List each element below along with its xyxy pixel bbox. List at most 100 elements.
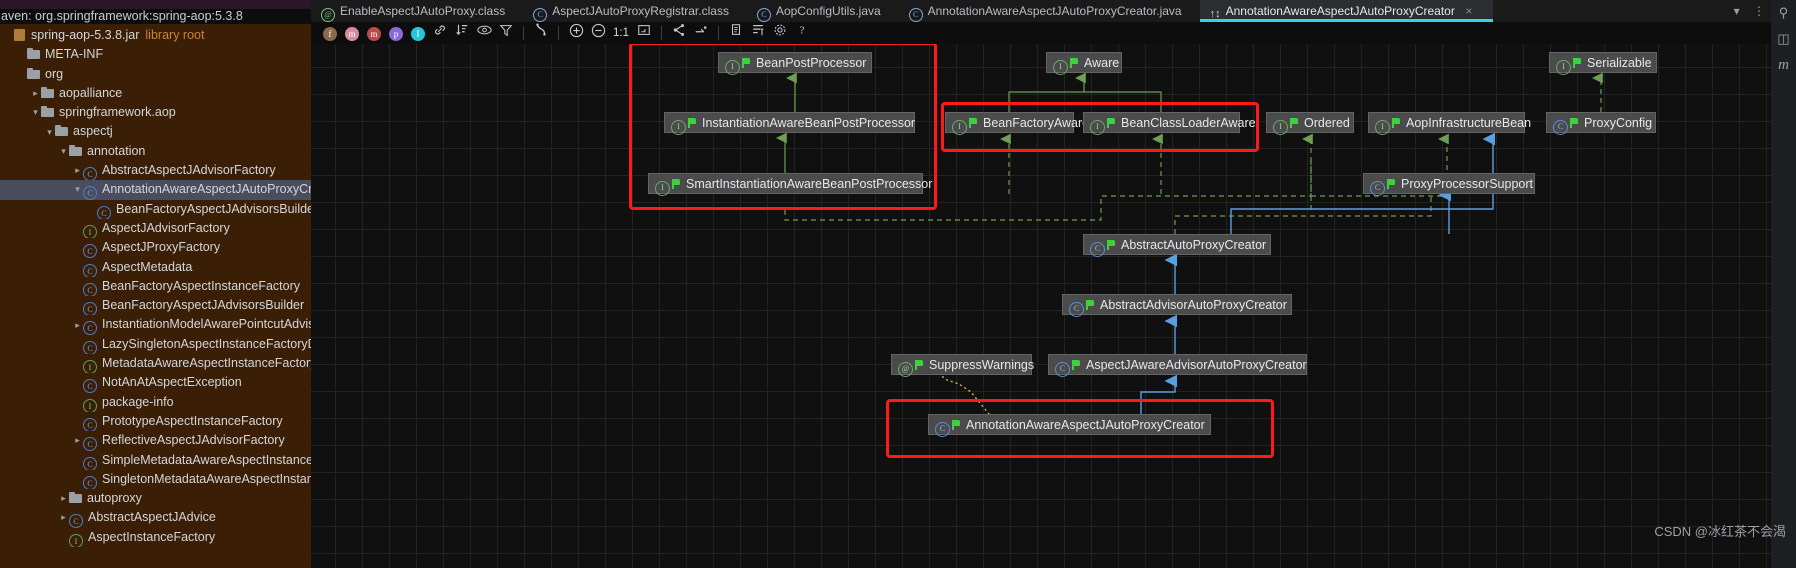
diagram-node[interactable]: AspectJAwareAdvisorAutoProxyCreator <box>1048 354 1307 377</box>
folder-icon <box>69 144 83 158</box>
diagram-node[interactable]: BeanClassLoaderAware <box>1083 112 1256 135</box>
chevron-down-icon[interactable]: ▾ <box>1734 0 1740 22</box>
member-filter-toggle[interactable]: m <box>364 23 384 43</box>
tree-row[interactable]: autoproxy <box>0 489 311 508</box>
tree-arrow-icon[interactable] <box>30 84 41 103</box>
tree-arrow-icon[interactable] <box>58 142 69 161</box>
class-icon <box>83 244 97 258</box>
dependencies-icon[interactable] <box>430 23 450 43</box>
tree-row[interactable]: PrototypeAspectInstanceFactory <box>0 412 311 432</box>
diagram-node[interactable]: SuppressWarnings <box>891 354 1035 377</box>
tree-row[interactable]: ReflectiveAspectJAdvisorFactory <box>0 431 311 451</box>
diagram-node[interactable]: BeanPostProcessor <box>718 52 872 75</box>
zoom-out-icon[interactable] <box>588 23 608 43</box>
settings-icon[interactable] <box>770 23 790 43</box>
diagram-node-label: BeanFactoryAware <box>983 116 1090 131</box>
tree-row[interactable]: org <box>0 65 311 84</box>
tree-row[interactable]: SingletonMetadataAwareAspectInstanceFact… <box>0 470 311 490</box>
database-icon[interactable]: ◫ <box>1771 26 1796 52</box>
notifications-icon[interactable]: ⚲ <box>1771 0 1796 26</box>
diagram-node[interactable]: AopInfrastructureBean <box>1368 112 1531 135</box>
editor-tab-bar[interactable]: @ EnableAspectJAutoProxy.class C AspectJAut… <box>311 0 1771 22</box>
class-icon <box>83 302 97 316</box>
visibility-flag-icon <box>1107 118 1116 128</box>
expand-node-icon[interactable] <box>691 23 711 43</box>
tree-arrow-icon[interactable] <box>72 316 83 335</box>
editor-tab[interactable]: C AnnotationAwareAspectJAutoProxyCreator.… <box>899 0 1200 22</box>
zoom-in-icon[interactable] <box>566 23 586 43</box>
tree-row[interactable]: AbstractAspectJAdvice <box>0 508 311 528</box>
diagram-node[interactable]: AbstractAdvisorAutoProxyCreator <box>1062 294 1292 317</box>
right-tool-rail[interactable]: ⚲ ◫ m <box>1771 0 1796 568</box>
tree-row[interactable]: annotation <box>0 142 311 161</box>
class-icon <box>1055 362 1070 377</box>
inner-class-filter-toggle[interactable]: I <box>408 23 428 43</box>
tree-row[interactable]: META-INF <box>0 45 311 64</box>
fit-content-icon[interactable] <box>634 23 654 43</box>
project-tool-window[interactable]: aven: org.springframework:spring-aop:5.3… <box>0 0 311 568</box>
tree-arrow-icon[interactable] <box>72 161 83 180</box>
tree-row[interactable]: SimpleMetadataAwareAspectInstanceFactory <box>0 451 311 470</box>
tree-row[interactable]: aspectj <box>0 122 311 141</box>
tree-row[interactable]: AspectJAdvisorFactory <box>0 219 311 239</box>
tree-row[interactable]: aopalliance <box>0 84 311 103</box>
visibility-icon[interactable] <box>474 23 494 43</box>
edge-style-icon[interactable] <box>531 23 551 43</box>
uml-diagram-canvas[interactable]: BeanPostProcessor Aware Serializable Instan… <box>311 44 1771 568</box>
tree-row[interactable]: NotAnAtAspectException <box>0 373 311 393</box>
tree-row[interactable]: package-info <box>0 393 311 412</box>
sort-icon[interactable] <box>452 23 472 43</box>
diagram-node[interactable]: Ordered <box>1266 112 1354 135</box>
help-icon[interactable]: ? <box>792 23 812 43</box>
diagram-node[interactable]: Serializable <box>1549 52 1657 75</box>
tree-row[interactable]: AspectJProxyFactory <box>0 238 311 258</box>
diagram-node[interactable]: AbstractAutoProxyCreator <box>1083 234 1271 257</box>
tree-row[interactable]: BeanFactoryAspectJAdvisorsBuilderAdapter <box>0 200 311 219</box>
tree-arrow-icon[interactable] <box>44 123 55 142</box>
tree-arrow-icon[interactable] <box>72 431 83 450</box>
method-filter-toggle[interactable]: m <box>342 23 362 43</box>
project-tree[interactable]: spring-aop-5.3.8.jar library root META-IN… <box>0 26 311 548</box>
toggle-structure-icon[interactable] <box>748 23 768 43</box>
tree-row[interactable]: AspectInstanceFactory <box>0 528 311 548</box>
diagram-node[interactable]: BeanFactoryAware <box>945 112 1089 135</box>
diagram-node[interactable]: AnnotationAwareAspectJAutoProxyCreator <box>928 414 1211 437</box>
diagram-node[interactable]: Aware <box>1046 52 1122 75</box>
diagram-node-label: SuppressWarnings <box>929 358 1035 373</box>
tree-arrow-icon[interactable] <box>58 489 69 508</box>
tree-row[interactable]: InstantiationModelAwarePointcutAdvisorIm… <box>0 315 311 335</box>
tree-arrow-icon[interactable] <box>72 180 83 199</box>
tree-row-library-root[interactable]: spring-aop-5.3.8.jar library root <box>0 26 311 45</box>
editor-tab[interactable]: C AopConfigUtils.java <box>747 0 899 22</box>
tree-row[interactable]: BeanFactoryAspectInstanceFactory <box>0 277 311 297</box>
editor-tab[interactable]: @ EnableAspectJAutoProxy.class <box>311 0 523 22</box>
field-filter-toggle[interactable]: f <box>320 23 340 43</box>
tab-bar-actions[interactable]: ▾ ⋮ <box>1724 0 1771 22</box>
editor-tab[interactable]: ↑↕ AnnotationAwareAspectJAutoProxyCreator… <box>1199 0 1494 22</box>
layout-icon[interactable] <box>669 23 689 43</box>
editor-tab[interactable]: C AspectJAutoProxyRegistrar.class <box>523 0 747 22</box>
tree-row[interactable]: AspectMetadata <box>0 258 311 277</box>
diagram-node[interactable]: ProxyProcessorSupport <box>1363 173 1535 196</box>
close-icon[interactable]: × <box>1463 0 1475 22</box>
maven-icon[interactable]: m <box>1771 52 1796 78</box>
tree-arrow-icon[interactable] <box>58 508 69 527</box>
diagram-toolbar[interactable]: f m m p I 1:1? <box>311 22 1779 44</box>
tree-row[interactable]: LazySingletonAspectInstanceFactoryDecora… <box>0 335 311 355</box>
more-vertical-icon[interactable]: ⋮ <box>1753 0 1765 22</box>
tree-row[interactable]: BeanFactoryAspectJAdvisorsBuilder <box>0 296 311 316</box>
diagram-node[interactable]: SmartInstantiationAwareBeanPostProcessor <box>648 173 932 196</box>
tree-row[interactable]: springframework.aop <box>0 103 311 122</box>
filter-icon[interactable] <box>496 23 516 43</box>
interface-icon <box>1375 120 1390 135</box>
interface-icon <box>1090 120 1105 135</box>
tree-row[interactable]: AnnotationAwareAspectJAutoProxyCreator <box>0 180 311 200</box>
tree-arrow-icon[interactable] <box>30 103 41 122</box>
copy-diagram-icon[interactable] <box>726 23 746 43</box>
diagram-node[interactable]: InstantiationAwareBeanPostProcessor <box>664 112 915 135</box>
diagram-node[interactable]: ProxyConfig <box>1546 112 1656 135</box>
tree-row[interactable]: MetadataAwareAspectInstanceFactory <box>0 354 311 374</box>
tree-row[interactable]: AbstractAspectJAdvisorFactory <box>0 161 311 181</box>
property-filter-toggle[interactable]: p <box>386 23 406 43</box>
actual-size-label[interactable]: 1:1 <box>610 23 632 43</box>
